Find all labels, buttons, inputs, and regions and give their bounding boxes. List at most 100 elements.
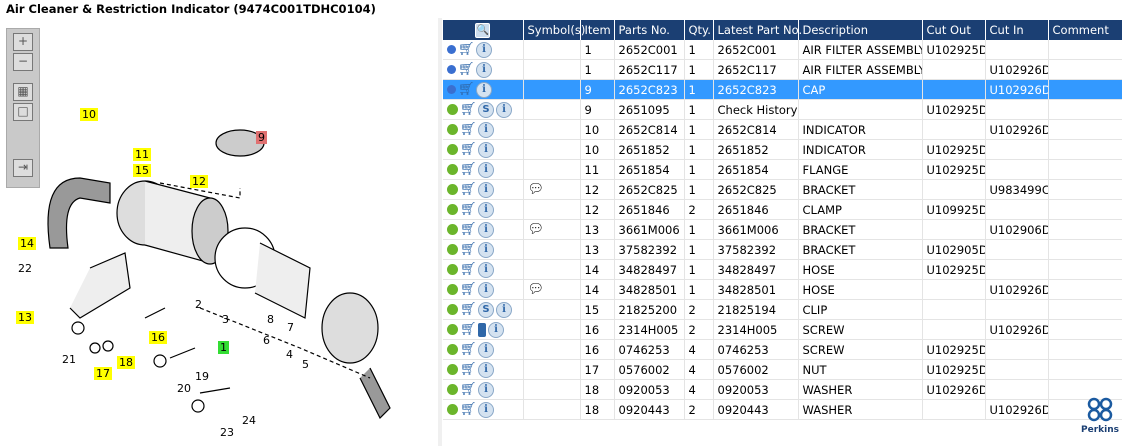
- column-header[interactable]: Cut In: [985, 20, 1049, 40]
- info-icon[interactable]: i: [478, 381, 494, 398]
- callout-12[interactable]: 12: [190, 175, 208, 188]
- gear-icon[interactable]: [447, 144, 458, 155]
- supersession-icon[interactable]: S: [478, 101, 494, 118]
- cart-icon[interactable]: 🛒︎: [460, 203, 477, 216]
- info-icon[interactable]: i: [496, 301, 512, 318]
- callout-7[interactable]: 7: [285, 321, 296, 334]
- info-icon[interactable]: i: [478, 141, 494, 158]
- column-header[interactable]: Latest Part No.: [713, 20, 802, 40]
- gear-icon[interactable]: [447, 284, 458, 295]
- search-column-header[interactable]: 🔍: [443, 20, 524, 40]
- table-row[interactable]: 🛒︎ i 💬︎ 13 3661M006 1 3661M006 BRACKET U102906D: [443, 219, 1122, 240]
- info-icon[interactable]: i: [478, 341, 494, 358]
- table-row[interactable]: 🛒︎ i 10 2652C814 1 2652C814 INDICATOR U102926D: [443, 119, 1122, 140]
- table-row[interactable]: 🛒︎ Si 15 21825200 2 21825194 CLIP: [443, 299, 1122, 320]
- column-header[interactable]: Parts No.: [614, 20, 685, 40]
- column-header[interactable]: Item: [580, 20, 615, 40]
- table-row[interactable]: 🛒︎ i 11 2651854 1 2651854 FLANGE U102925D: [443, 159, 1122, 180]
- cart-icon[interactable]: 🛒︎: [460, 143, 477, 156]
- info-icon[interactable]: i: [478, 201, 494, 218]
- callout-19[interactable]: 19: [193, 370, 211, 383]
- callout-24[interactable]: 24: [240, 414, 258, 427]
- table-row[interactable]: 🛒︎ i 18 0920443 2 0920443 WASHER U102926D: [443, 399, 1122, 420]
- parts-diagram[interactable]: 10 9 11 15 12 14 22 13 16 1 21 17 18 19 …: [0, 18, 436, 446]
- gear-icon[interactable]: [447, 244, 458, 255]
- gear-icon[interactable]: [447, 184, 458, 195]
- cart-icon[interactable]: 🛒︎: [458, 83, 475, 96]
- actual-size-icon[interactable]: □: [13, 103, 33, 121]
- table-row[interactable]: 🛒︎ i 💬︎ 14 34828501 1 34828501 HOSE U102926D: [443, 279, 1122, 300]
- callout-22[interactable]: 22: [16, 262, 34, 275]
- column-header[interactable]: Comment: [1048, 20, 1122, 40]
- cart-icon[interactable]: 🛒︎: [460, 403, 477, 416]
- cart-icon[interactable]: 🛒︎: [458, 63, 475, 76]
- cart-icon[interactable]: 🛒︎: [460, 383, 477, 396]
- info-icon[interactable]: i: [478, 401, 494, 418]
- table-row[interactable]: 🛒︎ i 17 0576002 4 0576002 NUT U102925D: [443, 359, 1122, 380]
- callout-23[interactable]: 23: [218, 426, 236, 439]
- callout-6[interactable]: 6: [261, 334, 272, 347]
- table-row[interactable]: 🛒︎ i 💬︎ 12 2652C825 1 2652C825 BRACKET U983499C: [443, 179, 1122, 200]
- callout-13[interactable]: 13: [16, 311, 34, 324]
- cart-icon[interactable]: 🛒︎: [458, 43, 475, 56]
- cart-icon[interactable]: 🛒︎: [460, 303, 477, 316]
- note-bubble-icon[interactable]: 💬︎: [528, 222, 545, 237]
- table-row[interactable]: 🛒︎ i 10 2651852 1 2651852 INDICATOR U102925D: [443, 139, 1122, 160]
- cart-icon[interactable]: 🛒︎: [460, 263, 477, 276]
- callout-21[interactable]: 21: [60, 353, 78, 366]
- info-icon[interactable]: i: [478, 261, 494, 278]
- table-row[interactable]: 🛒︎ i 1 2652C117 1 2652C117 AIR FILTER ASSEMBLY…: [443, 59, 1122, 80]
- cart-icon[interactable]: 🛒︎: [460, 243, 477, 256]
- info-icon[interactable]: i: [478, 221, 494, 238]
- info-icon[interactable]: i: [478, 161, 494, 178]
- table-row[interactable]: 🛒︎ i 1 2652C001 1 2652C001 AIR FILTER ASSEMBLY…: [443, 40, 1122, 60]
- cart-icon[interactable]: 🛒︎: [460, 283, 477, 296]
- gear-icon[interactable]: [447, 324, 458, 335]
- callout-11[interactable]: 11: [133, 148, 151, 161]
- column-header[interactable]: Symbol(s): [523, 20, 585, 40]
- cart-icon[interactable]: 🛒︎: [460, 363, 477, 376]
- assembly-gears-icon[interactable]: [447, 65, 456, 74]
- gear-icon[interactable]: [447, 204, 458, 215]
- table-row[interactable]: 🛒︎ i 14 34828497 1 34828497 HOSE U102925D: [443, 259, 1122, 280]
- info-icon[interactable]: i: [478, 181, 494, 198]
- info-icon[interactable]: i: [476, 41, 492, 58]
- callout-3[interactable]: 3: [220, 313, 231, 326]
- pane-splitter[interactable]: [438, 18, 442, 446]
- note-bubble-icon[interactable]: 💬︎: [528, 182, 545, 197]
- callout-5[interactable]: 5: [300, 358, 311, 371]
- table-row[interactable]: 🛒︎ i 16 2314H005 2 2314H005 SCREW U102926D: [443, 319, 1122, 340]
- info-icon[interactable]: i: [478, 361, 494, 378]
- callout-4[interactable]: 4: [284, 348, 295, 361]
- cart-icon[interactable]: 🛒︎: [460, 323, 477, 336]
- cart-icon[interactable]: 🛒︎: [460, 183, 477, 196]
- table-row[interactable]: 🛒︎ Si 9 2651095 1 Check History U102925D: [443, 99, 1122, 120]
- gear-icon[interactable]: [447, 304, 458, 315]
- column-header[interactable]: Qty.: [684, 20, 714, 40]
- callout-16[interactable]: 16: [149, 331, 167, 344]
- supersession-icon[interactable]: S: [478, 301, 494, 318]
- callout-18[interactable]: 18: [117, 356, 135, 369]
- gear-icon[interactable]: [447, 364, 458, 375]
- callout-2[interactable]: 2: [193, 298, 204, 311]
- callout-9[interactable]: 9: [256, 131, 267, 144]
- column-header[interactable]: Cut Out: [922, 20, 986, 40]
- cart-icon[interactable]: 🛒︎: [460, 123, 477, 136]
- note-bubble-icon[interactable]: 💬︎: [528, 282, 545, 297]
- gear-icon[interactable]: [447, 124, 458, 135]
- info-icon[interactable]: i: [476, 61, 492, 78]
- table-row[interactable]: 🛒︎ i 9 2652C823 1 2652C823 CAP U102926D: [443, 79, 1122, 100]
- callout-14[interactable]: 14: [18, 237, 36, 250]
- gear-icon[interactable]: [447, 344, 458, 355]
- callout-17[interactable]: 17: [94, 367, 112, 380]
- table-row[interactable]: 🛒︎ i 16 0746253 4 0746253 SCREW U102925D: [443, 339, 1122, 360]
- gear-icon[interactable]: [447, 224, 458, 235]
- cart-icon[interactable]: 🛒︎: [460, 343, 477, 356]
- assembly-gears-icon[interactable]: [447, 85, 456, 94]
- table-row[interactable]: 🛒︎ i 12 2651846 2 2651846 CLAMP U109925D: [443, 199, 1122, 220]
- info-icon[interactable]: i: [496, 101, 512, 118]
- zoom-in-icon[interactable]: +: [13, 33, 33, 51]
- search-icon[interactable]: 🔍: [475, 23, 491, 38]
- gear-icon[interactable]: [447, 264, 458, 275]
- fit-all-icon[interactable]: ▦: [13, 83, 33, 101]
